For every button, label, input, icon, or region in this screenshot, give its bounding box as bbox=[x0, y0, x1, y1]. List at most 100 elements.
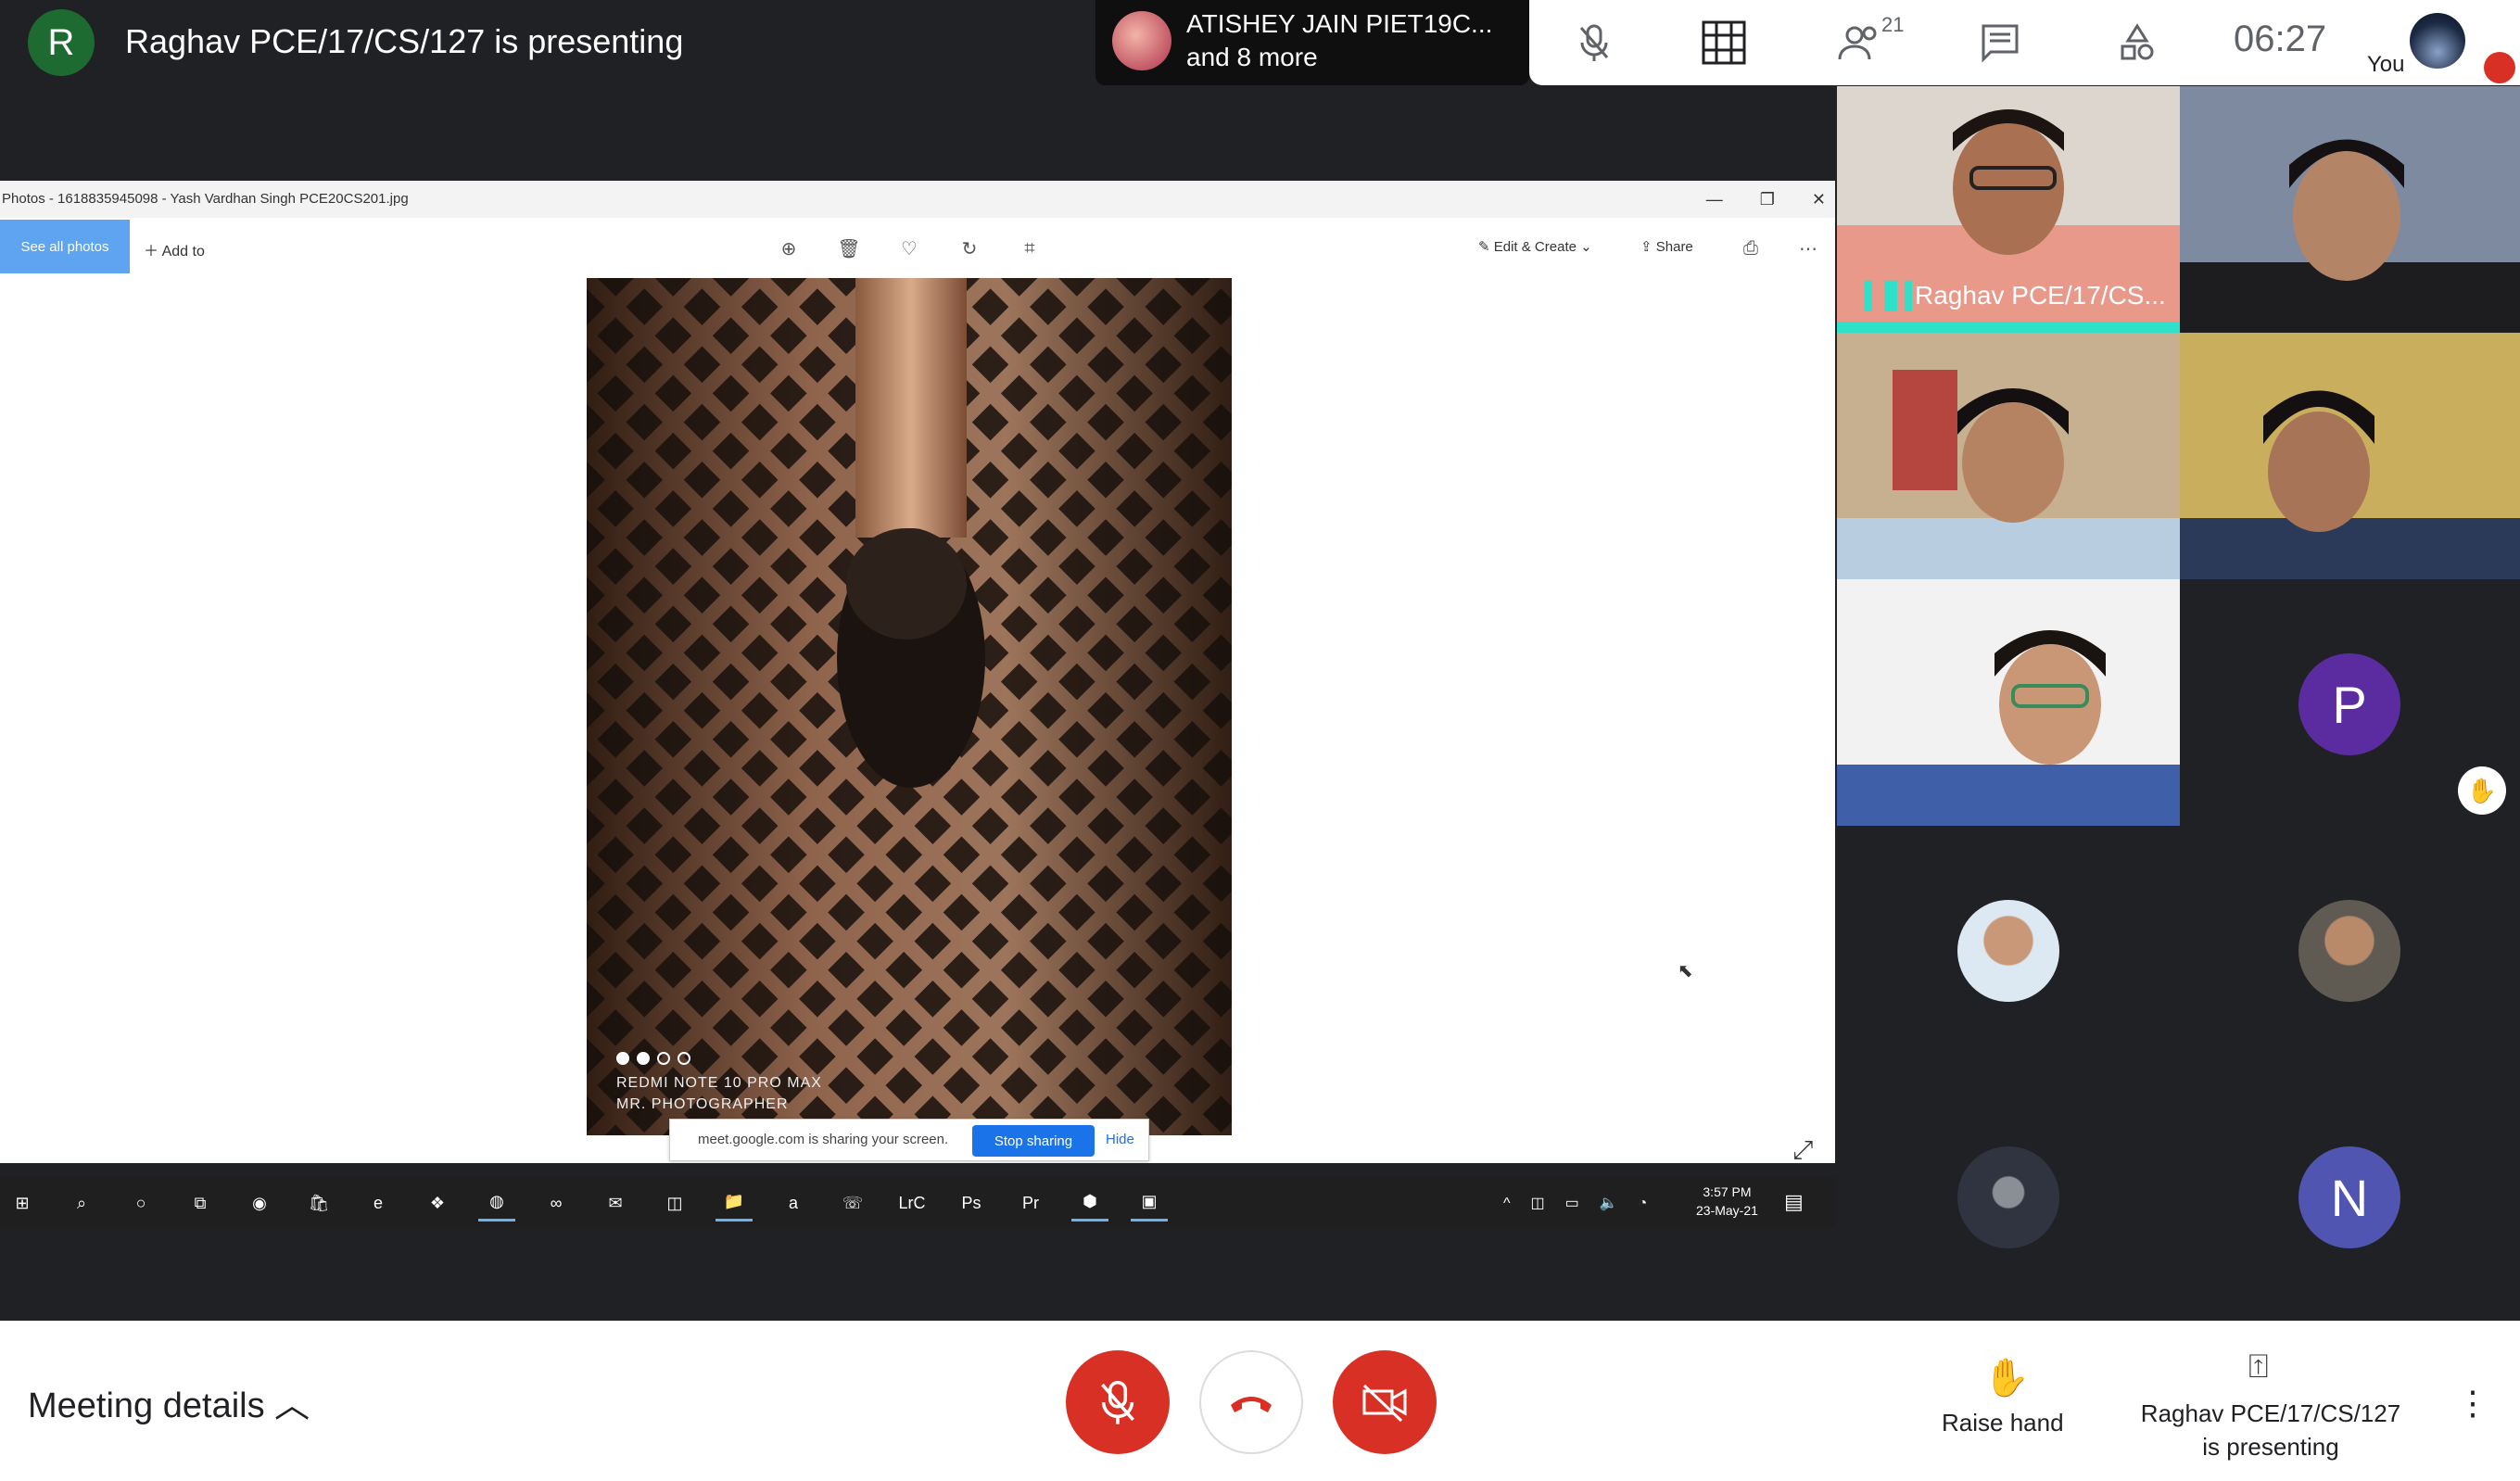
chip-avatar bbox=[1112, 11, 1171, 70]
raised-hand-icon: ✋ bbox=[2458, 766, 2506, 815]
windows-taskbar: ⊞ ⌕ ○ ⧉ ◉ 🛍 e ❖ ◍ ∞ ✉ ◫ 📁 a ☏ LrC Ps Pr ⬢ ▣ ^◫▭🔈◔ 3:57 PM 2… bbox=[0, 1177, 1835, 1228]
hide-banner-button[interactable]: Hide bbox=[1106, 1132, 1134, 1147]
taskbar-app-icon[interactable]: ⊞ bbox=[4, 1184, 41, 1222]
matchstick-photo bbox=[587, 278, 1232, 1135]
camera-off-icon bbox=[1362, 1384, 1407, 1423]
crop-icon[interactable]: ⌗ bbox=[1016, 234, 1044, 262]
clock: 06:27 bbox=[2234, 19, 2327, 59]
add-to-label: Add to bbox=[161, 244, 205, 259]
taskbar-app-icon[interactable]: ○ bbox=[122, 1184, 159, 1222]
print-icon[interactable]: ⎙ bbox=[1737, 234, 1765, 262]
photo-caption-author: MR. PHOTOGRAPHER bbox=[616, 1096, 789, 1112]
delete-icon[interactable]: 🗑 bbox=[835, 234, 863, 262]
participant-tile-speaker[interactable]: ▍▋▍ Raghav PCE/17/CS... bbox=[1837, 86, 2180, 333]
taskbar-app-icon[interactable]: e bbox=[360, 1184, 397, 1222]
taskbar-app-icon[interactable]: ∞ bbox=[538, 1184, 575, 1222]
participant-tile[interactable] bbox=[1837, 579, 2180, 826]
chip-name: ATISHEY JAIN PIET19C... bbox=[1186, 9, 1493, 38]
edit-create-button[interactable]: ✎ Edit & Create ⌄ bbox=[1478, 238, 1592, 255]
taskbar-app-icon[interactable]: Ps bbox=[953, 1184, 990, 1222]
see-all-photos-label: See all photos bbox=[20, 238, 109, 255]
taskbar-app-icon[interactable]: a bbox=[775, 1184, 812, 1222]
participant-tile[interactable] bbox=[2180, 86, 2520, 333]
presenting-status[interactable]: Raghav PCE/17/CS/127 is presenting bbox=[2132, 1397, 2410, 1463]
taskbar-app-icon[interactable]: ⬢ bbox=[1071, 1184, 1108, 1222]
tray-date: 23-May-21 bbox=[1696, 1203, 1758, 1218]
taskbar-app-icon[interactable]: ◫ bbox=[656, 1184, 693, 1222]
close-icon[interactable]: ✕ bbox=[1812, 190, 1826, 209]
taskbar-app-icon[interactable]: ⧉ bbox=[182, 1184, 219, 1222]
taskbar-app-icon[interactable]: 🛍 bbox=[300, 1184, 337, 1222]
self-mic-off-icon bbox=[2484, 52, 2515, 83]
stop-sharing-button[interactable]: Stop sharing bbox=[972, 1125, 1095, 1157]
tray-time: 3:57 PM bbox=[1703, 1184, 1752, 1199]
raise-hand-icon[interactable]: ✋ bbox=[1983, 1356, 2030, 1399]
leave-call-button[interactable] bbox=[1199, 1350, 1303, 1454]
rotate-icon[interactable]: ↻ bbox=[956, 234, 983, 262]
presenting-line1: Raghav PCE/17/CS/127 bbox=[2140, 1399, 2401, 1427]
tray-clock: 3:57 PM 23-May-21 bbox=[1696, 1183, 1758, 1220]
chevron-up-icon: ︿ bbox=[274, 1386, 310, 1425]
taskbar-app-icon[interactable]: LrC bbox=[893, 1184, 931, 1222]
avatar-p: P bbox=[2298, 653, 2400, 755]
participant-count-badge: 21 bbox=[1881, 13, 1905, 36]
bottom-controls: Meeting details ︿ ✋ Raise hand ⍐ Raghav … bbox=[0, 1321, 2520, 1481]
participant-tile[interactable]: N bbox=[2180, 1072, 2520, 1321]
window-titlebar: Photos - 1618835945098 - Yash Vardhan Si… bbox=[0, 181, 1835, 218]
avatar-n: N bbox=[2298, 1146, 2400, 1248]
sharing-banner: meet.google.com is sharing your screen. … bbox=[669, 1119, 1149, 1161]
see-all-photos-button[interactable]: See all photos bbox=[0, 220, 130, 273]
taskbar-app-icon[interactable]: ⌕ bbox=[63, 1184, 100, 1222]
participant-chip[interactable]: ATISHEY JAIN PIET19C... and 8 more bbox=[1095, 0, 1529, 85]
more-options-icon[interactable]: ⋯ bbox=[1794, 234, 1822, 262]
meeting-details-label: Meeting details bbox=[28, 1386, 265, 1425]
shared-screen: Photos - 1618835945098 - Yash Vardhan Si… bbox=[0, 181, 1835, 1228]
you-label: You bbox=[2367, 52, 2405, 77]
camera-toggle-button[interactable] bbox=[1333, 1350, 1437, 1454]
restore-icon[interactable]: ❐ bbox=[1760, 190, 1775, 209]
add-to-button[interactable]: ＋ Add to bbox=[144, 238, 205, 260]
presenting-title: Raghav PCE/17/CS/127 is presenting bbox=[125, 22, 684, 60]
grid-layout-icon[interactable] bbox=[1698, 17, 1750, 69]
presenter-avatar: R bbox=[28, 9, 95, 76]
taskbar-app-icon[interactable]: ✉ bbox=[597, 1184, 634, 1222]
activities-icon[interactable] bbox=[2111, 17, 2163, 69]
hang-up-icon bbox=[1231, 1397, 1272, 1412]
fullscreen-expand-icon[interactable]: ⤢ bbox=[1792, 1135, 1813, 1166]
participant-tile[interactable] bbox=[2180, 826, 2520, 1072]
more-vert-icon[interactable]: ⋮ bbox=[2456, 1384, 2489, 1423]
photo-caption-device: REDMI NOTE 10 PRO MAX bbox=[616, 1075, 822, 1091]
notification-icon[interactable]: ▤ bbox=[1784, 1190, 1804, 1214]
present-screen-icon[interactable]: ⍐ bbox=[2248, 1347, 2269, 1386]
taskbar-app-icon[interactable]: ◉ bbox=[241, 1184, 278, 1222]
avatar-photo bbox=[1957, 1146, 2059, 1248]
edit-create-label: Edit & Create bbox=[1493, 239, 1577, 255]
taskbar-app-icon[interactable]: ❖ bbox=[419, 1184, 456, 1222]
favorite-icon[interactable]: ♡ bbox=[895, 234, 923, 262]
participant-tile[interactable] bbox=[1837, 333, 2180, 579]
zoom-icon[interactable]: ⊕ bbox=[775, 234, 803, 262]
participant-tile[interactable] bbox=[1837, 826, 2180, 1072]
self-video-thumb[interactable] bbox=[2410, 13, 2465, 69]
taskbar-app-icon[interactable]: ◍ bbox=[478, 1184, 515, 1222]
participant-tile[interactable] bbox=[2180, 333, 2520, 579]
taskbar-app-icon[interactable]: ▣ bbox=[1131, 1184, 1168, 1222]
taskbar-app-icon[interactable]: ☏ bbox=[834, 1184, 871, 1222]
share-button[interactable]: ⇪ Share bbox=[1640, 238, 1693, 255]
avatar-photo bbox=[1957, 900, 2059, 1002]
chat-icon[interactable] bbox=[1974, 17, 2026, 69]
raise-hand-label[interactable]: Raise hand bbox=[1942, 1409, 2064, 1437]
window-controls: — ❐ ✕ bbox=[1706, 181, 1826, 218]
chip-more: and 8 more bbox=[1186, 43, 1318, 71]
people-icon[interactable] bbox=[1835, 17, 1887, 69]
participant-tile[interactable] bbox=[1837, 1072, 2180, 1321]
speaking-highlight bbox=[1837, 322, 2180, 333]
taskbar-app-icon[interactable]: Pr bbox=[1012, 1184, 1049, 1222]
meeting-details-button[interactable]: Meeting details ︿ bbox=[28, 1376, 310, 1427]
mic-toggle-button[interactable] bbox=[1066, 1350, 1170, 1454]
system-tray-icons[interactable]: ^◫▭🔈◔ bbox=[1503, 1194, 1667, 1212]
mic-off-icon[interactable] bbox=[1568, 17, 1620, 69]
minimize-icon[interactable]: — bbox=[1706, 190, 1723, 209]
taskbar-app-icon[interactable]: 📁 bbox=[715, 1184, 753, 1222]
avatar-photo bbox=[2298, 900, 2400, 1002]
